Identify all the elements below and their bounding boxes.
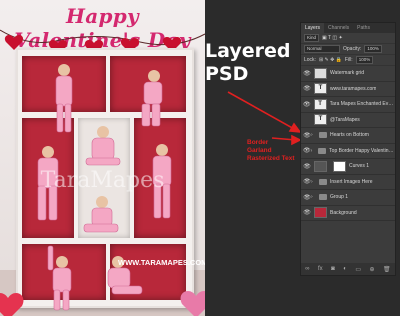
eye-icon[interactable]: 👁 bbox=[303, 178, 311, 185]
note-line-3: Rasterized Text bbox=[247, 155, 295, 162]
note-line-2: Garland bbox=[247, 147, 272, 154]
layer-name: Background bbox=[330, 209, 357, 216]
new-layer-icon[interactable]: ⊕ bbox=[370, 266, 375, 273]
text-layer-icon: T bbox=[313, 98, 327, 110]
eye-icon[interactable]: 👁 bbox=[303, 194, 311, 201]
lock-icons[interactable]: ⊞ ✎ ✥ 🔒 bbox=[319, 57, 342, 63]
layer-name: @TaraMapes bbox=[330, 116, 360, 123]
link-icon[interactable]: ∞ bbox=[305, 266, 309, 272]
folder-icon bbox=[319, 178, 327, 185]
layer-name: Insert Images Here bbox=[330, 178, 373, 185]
layer-row[interactable]: 👁 Curves 1 bbox=[301, 159, 395, 175]
fill-value[interactable]: 100% bbox=[355, 56, 374, 64]
chevron-right-icon[interactable]: › bbox=[311, 194, 316, 200]
layer-row[interactable]: 👁 › Hearts on Bottom bbox=[301, 128, 395, 144]
fx-icon[interactable]: fx bbox=[318, 266, 323, 272]
panel-tabs: Layers Channels Paths bbox=[301, 23, 395, 33]
watermark-text: TaraMapes bbox=[40, 168, 165, 193]
panel-footer: ∞ fx ◙ ◐ ▭ ⊕ 🗑 bbox=[301, 263, 395, 275]
lock-row: Lock: ⊞ ✎ ✥ 🔒 Fill: 100% bbox=[301, 55, 395, 66]
fill-label: Fill: bbox=[344, 57, 353, 63]
eye-icon[interactable]: 👁 bbox=[303, 147, 311, 154]
corner-hearts bbox=[0, 290, 205, 316]
filter-kind-select[interactable]: Kind bbox=[304, 34, 320, 42]
curves-adjustment-icon bbox=[314, 160, 327, 172]
note-line-1: Border bbox=[247, 139, 269, 146]
trash-icon[interactable]: 🗑 bbox=[383, 266, 391, 273]
layer-note: Border Garland Rasterized Text bbox=[247, 139, 295, 163]
text-layer-icon: T bbox=[314, 114, 327, 126]
layer-thumbnail bbox=[314, 67, 327, 79]
opacity-value[interactable]: 100% bbox=[364, 45, 382, 53]
mask-icon[interactable]: ◙ bbox=[331, 266, 335, 272]
tab-layers[interactable]: Layers bbox=[301, 23, 325, 33]
preview-image: Happy Valentine's Day TaraMapes WWW.TARA… bbox=[0, 0, 205, 316]
layer-row[interactable]: 👁 › Insert Images Here bbox=[301, 175, 395, 190]
layer-name: Hearts on Bottom bbox=[330, 132, 369, 139]
layers-panel: Layers Channels Paths Kind ▣ T ◫ ✦ Norma… bbox=[300, 22, 396, 276]
headline-line-2: PSD bbox=[205, 63, 249, 85]
child-3 bbox=[85, 126, 121, 166]
layer-row[interactable]: 👁 Watermark grid bbox=[301, 66, 395, 82]
layer-list: 👁 Watermark grid 👁 T www.taramapes.com 👁… bbox=[301, 66, 395, 221]
tab-paths[interactable]: Paths bbox=[353, 23, 374, 33]
layered-psd-headline: Layered PSD bbox=[205, 40, 290, 86]
eye-icon[interactable]: 👁 bbox=[303, 85, 311, 92]
chevron-right-icon[interactable]: › bbox=[311, 179, 316, 185]
layer-row[interactable]: 👁 › Top Border Happy Valentine Day bbox=[301, 144, 395, 159]
layer-row[interactable]: 👁 T Tara Mapes Enchanted Eve Creation... bbox=[301, 97, 395, 113]
blend-row: Normal Opacity: 100% bbox=[301, 44, 395, 55]
folder-icon bbox=[319, 194, 327, 201]
eye-icon[interactable]: 👁 bbox=[303, 209, 311, 216]
filter-row: Kind ▣ T ◫ ✦ bbox=[301, 33, 395, 44]
child-2 bbox=[141, 70, 163, 127]
child-figures bbox=[37, 64, 172, 311]
headline-line-1: Layered bbox=[205, 40, 291, 62]
new-group-icon[interactable]: ▭ bbox=[355, 266, 361, 273]
opacity-label: Opacity: bbox=[343, 46, 362, 52]
folder-icon bbox=[319, 132, 327, 139]
chevron-right-icon[interactable]: › bbox=[311, 148, 316, 154]
child-6 bbox=[83, 196, 119, 233]
lock-label: Lock: bbox=[304, 57, 316, 63]
layer-name: Group 1 bbox=[330, 194, 349, 201]
layer-name: www.taramapes.com bbox=[330, 85, 377, 92]
tab-channels[interactable]: Channels bbox=[324, 23, 353, 33]
layer-name: Watermark grid bbox=[330, 70, 364, 77]
folder-icon bbox=[318, 147, 327, 154]
eye-icon[interactable]: 👁 bbox=[303, 163, 311, 170]
blend-mode-select[interactable]: Normal bbox=[304, 45, 340, 53]
adjustment-icon[interactable]: ◐ bbox=[343, 266, 347, 272]
child-1 bbox=[55, 64, 73, 133]
layer-name: Tara Mapes Enchanted Eve Creation... bbox=[329, 101, 395, 108]
layer-mask-thumbnail bbox=[333, 160, 346, 172]
layer-row[interactable]: T @TaraMapes bbox=[301, 113, 395, 128]
layer-name: Top Border Happy Valentine Day bbox=[329, 147, 395, 154]
filter-icons[interactable]: ▣ T ◫ ✦ bbox=[322, 35, 343, 41]
layer-row[interactable]: 👁 T www.taramapes.com bbox=[301, 82, 395, 97]
text-layer-icon: T bbox=[314, 83, 327, 95]
layer-name: Curves 1 bbox=[349, 163, 370, 170]
website-url: WWW.TARAMAPES.COM bbox=[118, 258, 205, 267]
eye-icon[interactable]: 👁 bbox=[303, 101, 311, 108]
eye-icon[interactable]: 👁 bbox=[303, 132, 311, 139]
layer-row[interactable]: 👁 Background bbox=[301, 206, 395, 221]
layer-row[interactable]: 👁 › Group 1 bbox=[301, 190, 395, 206]
eye-icon[interactable]: 👁 bbox=[303, 70, 311, 77]
chevron-right-icon[interactable]: › bbox=[311, 132, 316, 138]
layer-thumbnail bbox=[314, 207, 327, 219]
